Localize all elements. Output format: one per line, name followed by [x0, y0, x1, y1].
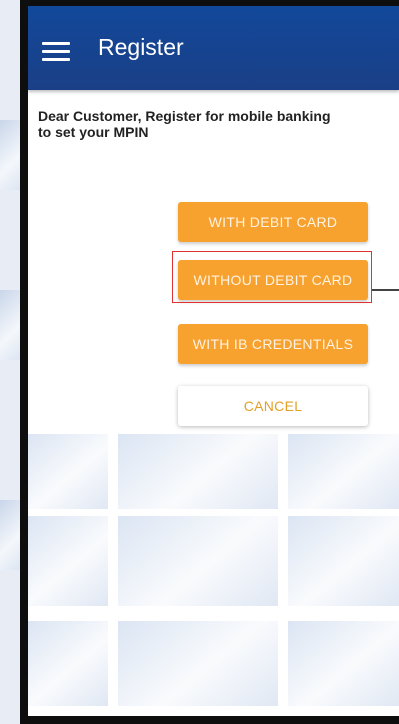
- background-tile: [0, 120, 22, 190]
- overlay-tile: [118, 516, 278, 606]
- hamburger-menu-icon[interactable]: [42, 40, 70, 62]
- background-tile: [0, 290, 22, 360]
- without-debit-card-button[interactable]: WITHOUT DEBIT CARD: [178, 260, 368, 300]
- with-debit-card-button[interactable]: WITH DEBIT CARD: [178, 202, 368, 242]
- phone-frame: Register Dear Customer, Register for mob…: [20, 0, 399, 724]
- overlay-tile: [288, 621, 399, 706]
- overlay-tile: [28, 434, 108, 509]
- overlay-tile: [288, 516, 399, 606]
- app-bar: Register: [28, 6, 399, 90]
- overlay-tile: [288, 434, 399, 509]
- overlay-tile: [28, 621, 108, 706]
- register-message: Dear Customer, Register for mobile banki…: [38, 108, 331, 140]
- background-strip: [0, 0, 22, 724]
- cancel-button[interactable]: CANCEL: [178, 386, 368, 426]
- page-title: Register: [98, 34, 184, 60]
- app-screen: Register Dear Customer, Register for mob…: [28, 6, 399, 716]
- pointer-line: [372, 289, 399, 291]
- with-ib-credentials-button[interactable]: WITH IB CREDENTIALS: [178, 324, 368, 364]
- overlay-tile: [28, 516, 108, 606]
- background-tile: [0, 500, 22, 570]
- overlay-tile: [118, 621, 278, 706]
- overlay-tile: [118, 434, 278, 509]
